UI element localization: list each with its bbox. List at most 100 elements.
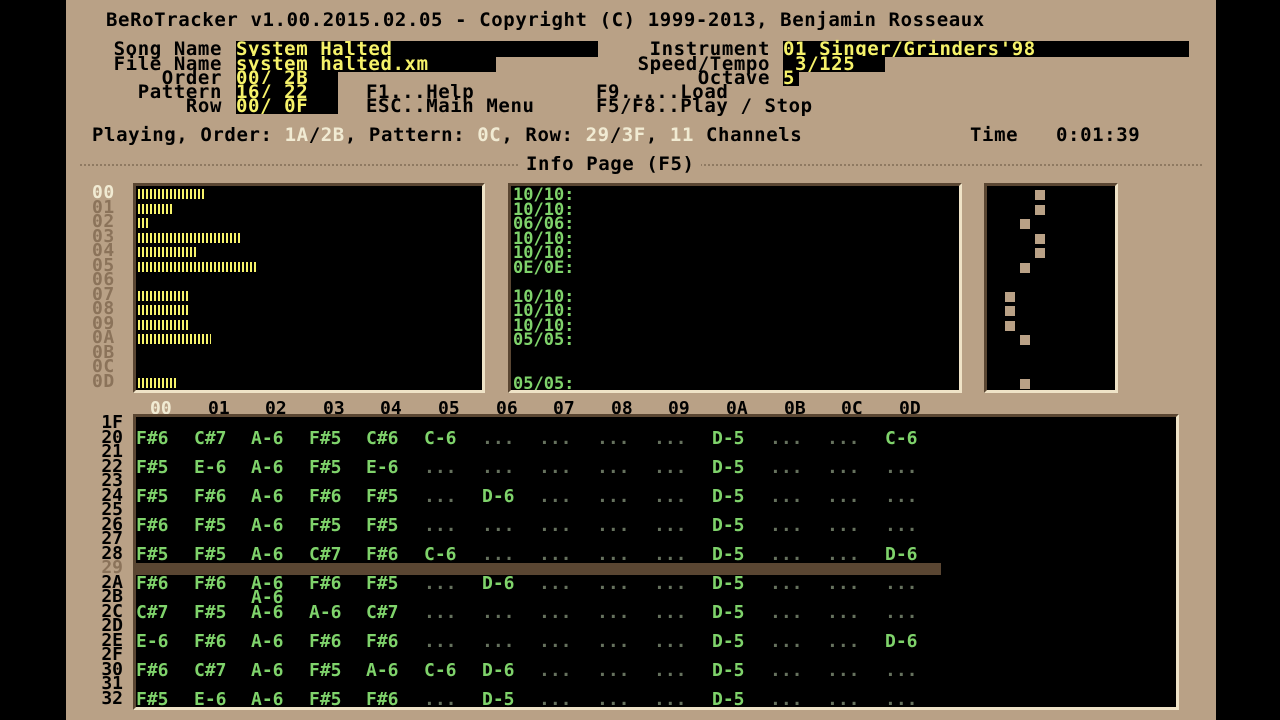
pattern-cell[interactable]: F#6 xyxy=(194,632,244,649)
pattern-cell[interactable]: F#5 xyxy=(309,661,359,678)
pattern-cell[interactable]: F#5 xyxy=(136,458,186,475)
pattern-cell[interactable]: D-5 xyxy=(712,458,762,475)
pattern-cell[interactable]: ... xyxy=(770,661,820,678)
pattern-cell[interactable]: ... xyxy=(654,574,704,591)
pattern-cell[interactable]: F#5 xyxy=(366,574,416,591)
pattern-cell[interactable]: ... xyxy=(885,487,935,504)
pattern-cell[interactable]: F#5 xyxy=(194,603,244,620)
pattern-cell[interactable]: ... xyxy=(827,574,877,591)
pattern-cell[interactable]: C#7 xyxy=(194,661,244,678)
pattern-cell[interactable]: C#7 xyxy=(309,545,359,562)
pattern-cell[interactable]: F#5 xyxy=(136,487,186,504)
pattern-cell[interactable]: D-5 xyxy=(712,603,762,620)
pattern-cell[interactable]: C#6 xyxy=(366,429,416,446)
pattern-cell[interactable]: C#7 xyxy=(136,603,186,620)
pattern-cell[interactable]: A-6 xyxy=(251,690,301,707)
pattern-cell[interactable]: ... xyxy=(482,603,532,620)
pattern-cell[interactable]: ... xyxy=(424,487,474,504)
pattern-cell[interactable]: ... xyxy=(597,661,647,678)
pattern-cell[interactable]: ... xyxy=(885,458,935,475)
pattern-cell[interactable]: F#5 xyxy=(136,690,186,707)
pattern-cell[interactable]: ... xyxy=(597,574,647,591)
pattern-cell[interactable]: D-5 xyxy=(712,632,762,649)
pattern-cell[interactable]: D-5 xyxy=(712,487,762,504)
pattern-cell[interactable]: ... xyxy=(770,603,820,620)
pattern-cell[interactable]: ... xyxy=(424,574,474,591)
pattern-cell[interactable]: A-6 xyxy=(309,603,359,620)
pattern-cell[interactable]: C-6 xyxy=(885,429,935,446)
pattern-cell[interactable]: A-6 xyxy=(251,487,301,504)
pattern-cell[interactable]: D-6 xyxy=(885,632,935,649)
pattern-cell[interactable]: ... xyxy=(654,429,704,446)
pattern-cell[interactable]: ... xyxy=(597,429,647,446)
pattern-cell[interactable]: ... xyxy=(482,632,532,649)
pattern-cell[interactable]: ... xyxy=(827,690,877,707)
pattern-cell[interactable]: F#5 xyxy=(309,516,359,533)
pattern-cell[interactable]: ... xyxy=(424,632,474,649)
pattern-cell[interactable]: D-5 xyxy=(712,690,762,707)
pattern-cell[interactable]: ... xyxy=(654,545,704,562)
pattern-cell[interactable]: D-5 xyxy=(712,574,762,591)
pattern-cell[interactable]: F#6 xyxy=(309,574,359,591)
pattern-cell[interactable]: ... xyxy=(482,429,532,446)
pattern-cell[interactable]: A-6 xyxy=(251,661,301,678)
pattern-cell[interactable]: D-5 xyxy=(712,545,762,562)
pattern-cell[interactable]: ... xyxy=(424,690,474,707)
pattern-cell[interactable]: F#5 xyxy=(366,487,416,504)
pattern-cell[interactable]: A-6 xyxy=(251,545,301,562)
pattern-cell[interactable]: ... xyxy=(770,458,820,475)
pattern-cell[interactable]: ... xyxy=(539,661,589,678)
pattern-cell[interactable]: ... xyxy=(770,429,820,446)
pattern-cell[interactable]: ... xyxy=(885,690,935,707)
pattern-cell[interactable]: F#6 xyxy=(366,690,416,707)
pattern-cell[interactable]: F#6 xyxy=(366,545,416,562)
pattern-cell[interactable]: ... xyxy=(482,458,532,475)
pattern-cell[interactable]: ... xyxy=(597,632,647,649)
pattern-cell[interactable]: ... xyxy=(827,661,877,678)
pattern-cell[interactable]: ... xyxy=(885,516,935,533)
pattern-cell[interactable]: F#6 xyxy=(136,574,186,591)
pattern-cell[interactable]: ... xyxy=(827,458,877,475)
main-menu-key-hint[interactable]: ESC..Main Menu xyxy=(366,97,535,116)
pattern-cell[interactable]: ... xyxy=(827,545,877,562)
pattern-cell[interactable]: F#5 xyxy=(309,690,359,707)
pattern-cell[interactable]: ... xyxy=(827,429,877,446)
pattern-cell[interactable]: C-6 xyxy=(424,429,474,446)
pattern-cell[interactable]: ... xyxy=(654,690,704,707)
pattern-cell[interactable]: F#6 xyxy=(136,661,186,678)
pattern-cell[interactable]: F#5 xyxy=(136,545,186,562)
pattern-cell[interactable]: ... xyxy=(539,429,589,446)
pattern-cell[interactable]: D-6 xyxy=(482,487,532,504)
pattern-cell[interactable]: ... xyxy=(654,603,704,620)
pattern-cell[interactable]: ... xyxy=(654,516,704,533)
pattern-cell[interactable]: ... xyxy=(654,661,704,678)
pattern-cell[interactable]: ... xyxy=(597,603,647,620)
pattern-cell[interactable]: D-5 xyxy=(712,429,762,446)
pattern-cell[interactable]: F#5 xyxy=(309,458,359,475)
pattern-cell[interactable]: ... xyxy=(770,487,820,504)
pattern-cell[interactable]: E-6 xyxy=(136,632,186,649)
pattern-cell[interactable]: C-6 xyxy=(424,661,474,678)
play-stop-key-hint[interactable]: F5/F8..Play / Stop xyxy=(596,97,813,116)
pattern-cell[interactable]: ... xyxy=(482,545,532,562)
pattern-cell[interactable]: ... xyxy=(770,545,820,562)
pattern-cell[interactable]: ... xyxy=(885,574,935,591)
pattern-cell[interactable]: ... xyxy=(827,603,877,620)
pattern-cell[interactable]: F#6 xyxy=(136,516,186,533)
pattern-cell[interactable]: ... xyxy=(597,487,647,504)
pattern-cell[interactable]: E-6 xyxy=(366,458,416,475)
pattern-cell[interactable]: ... xyxy=(539,545,589,562)
pattern-cell[interactable]: ... xyxy=(827,487,877,504)
pattern-cell[interactable]: D-6 xyxy=(482,574,532,591)
pattern-cell[interactable]: ... xyxy=(654,632,704,649)
pattern-cell[interactable]: ... xyxy=(539,516,589,533)
pattern-cell[interactable]: F#6 xyxy=(136,429,186,446)
row-field[interactable]: 00/ 0F xyxy=(236,97,338,116)
pattern-cell[interactable]: ... xyxy=(597,458,647,475)
pattern-cell[interactable]: A-6 xyxy=(251,603,301,620)
pattern-cell[interactable]: ... xyxy=(597,545,647,562)
pattern-cell[interactable]: ... xyxy=(597,690,647,707)
pattern-cell[interactable]: D-6 xyxy=(482,661,532,678)
pattern-cell[interactable]: ... xyxy=(424,603,474,620)
pattern-cell[interactable]: ... xyxy=(827,516,877,533)
